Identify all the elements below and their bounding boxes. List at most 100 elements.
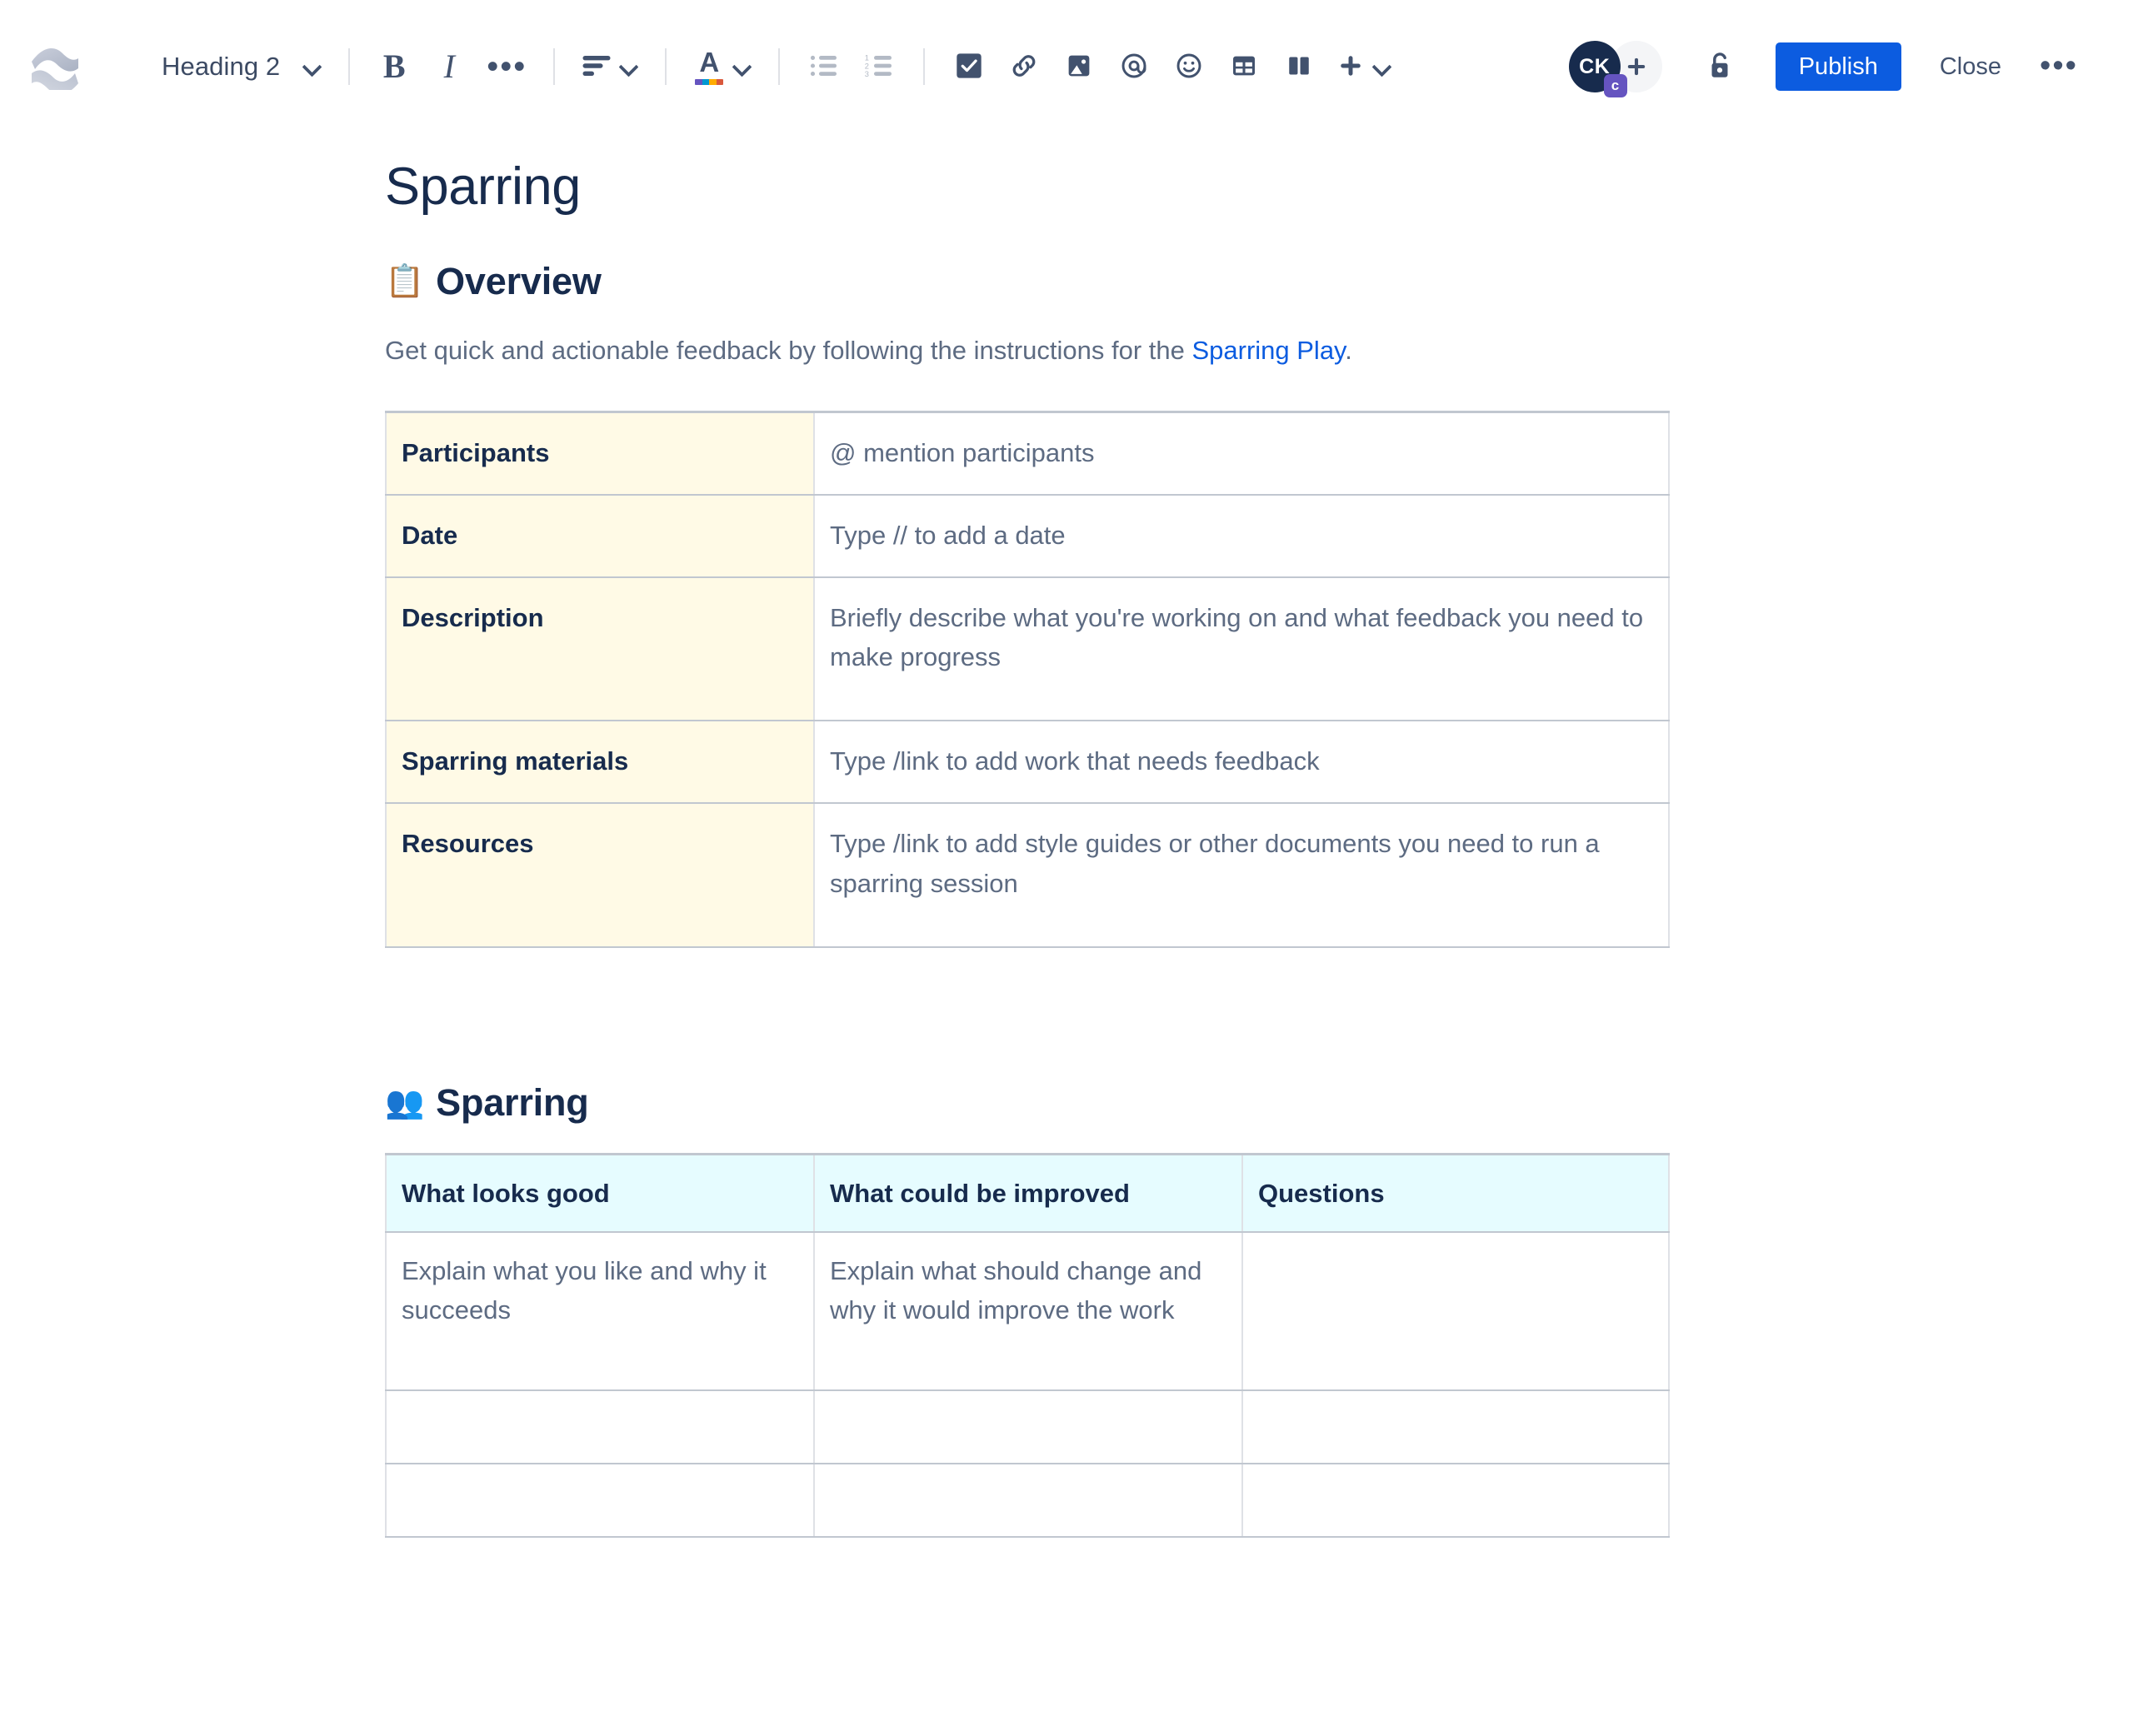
page-title[interactable]: Sparring bbox=[385, 157, 2133, 217]
text-format-group: B I ••• bbox=[368, 41, 535, 92]
toolbar-divider bbox=[553, 48, 556, 85]
sparring-cell[interactable]: Explain what you like and why it succeed… bbox=[386, 1231, 815, 1391]
table-row[interactable]: Description Briefly describe what you're… bbox=[386, 577, 1670, 722]
image-icon bbox=[1065, 52, 1093, 82]
text-color-icon: A bbox=[693, 47, 725, 85]
link-button[interactable] bbox=[998, 41, 1050, 92]
overview-key: Participants bbox=[386, 412, 815, 496]
layout-button[interactable] bbox=[1273, 41, 1325, 92]
text-align-button[interactable] bbox=[573, 41, 647, 92]
sparring-cell[interactable] bbox=[814, 1389, 1243, 1464]
task-checkbox-icon bbox=[955, 52, 983, 82]
link-icon bbox=[1010, 52, 1038, 82]
overview-key: Resources bbox=[386, 803, 815, 948]
sparring-table[interactable]: What looks good What could be improved Q… bbox=[385, 1152, 1670, 1538]
italic-icon: I bbox=[443, 47, 455, 85]
table-row[interactable] bbox=[386, 1463, 1670, 1538]
emoji-button[interactable] bbox=[1163, 41, 1215, 92]
bold-button[interactable]: B bbox=[368, 41, 420, 92]
table-row[interactable] bbox=[386, 1389, 1670, 1464]
column-header: What looks good bbox=[386, 1154, 815, 1233]
task-button[interactable] bbox=[943, 41, 995, 92]
plus-icon bbox=[1627, 57, 1645, 76]
paragraph-text-after-link: . bbox=[1345, 336, 1352, 366]
bullet-list-button[interactable] bbox=[798, 41, 850, 92]
busts-in-silhouette-icon: 👥 bbox=[385, 1085, 425, 1120]
section-heading-label: Overview bbox=[436, 260, 602, 303]
chevron-down-icon bbox=[303, 57, 322, 76]
section-heading-sparring[interactable]: 👥 Sparring bbox=[385, 1081, 2133, 1125]
table-row[interactable]: Date Type // to add a date bbox=[386, 495, 1670, 579]
table-row[interactable]: Explain what you like and why it succeed… bbox=[386, 1231, 1670, 1391]
table-button[interactable] bbox=[1218, 41, 1270, 92]
close-button[interactable]: Close bbox=[1923, 42, 2018, 91]
restrictions-button[interactable] bbox=[1694, 41, 1746, 92]
mention-button[interactable] bbox=[1108, 41, 1160, 92]
sparring-cell[interactable] bbox=[1242, 1389, 1670, 1464]
block-type-label: Heading 2 bbox=[162, 52, 281, 81]
plus-icon bbox=[1336, 52, 1365, 82]
overview-key: Date bbox=[386, 495, 815, 579]
block-type-selector[interactable]: Heading 2 bbox=[135, 41, 330, 92]
overview-value[interactable]: @ mention participants bbox=[814, 412, 1670, 496]
publish-button[interactable]: Publish bbox=[1775, 42, 1901, 91]
collaborators: CK c bbox=[1568, 41, 1662, 97]
overview-table[interactable]: Participants @ mention participants Date… bbox=[385, 410, 1670, 948]
table-row[interactable]: Resources Type /link to add style guides… bbox=[386, 803, 1670, 948]
sparring-cell[interactable] bbox=[814, 1463, 1243, 1538]
toolbar-divider bbox=[923, 48, 926, 85]
bold-icon: B bbox=[382, 47, 406, 85]
more-options-button[interactable]: ••• bbox=[2035, 42, 2083, 91]
table-row[interactable]: Participants @ mention participants bbox=[386, 412, 1670, 496]
table-header-row: What looks good What could be improved Q… bbox=[386, 1154, 1670, 1233]
alignment-group bbox=[573, 41, 647, 92]
sparring-cell[interactable] bbox=[1242, 1463, 1670, 1538]
avatar[interactable]: CK c bbox=[1568, 41, 1627, 97]
column-header: Questions bbox=[1242, 1154, 1670, 1233]
toolbar-divider bbox=[348, 48, 351, 85]
column-header: What could be improved bbox=[814, 1154, 1243, 1233]
overview-value[interactable]: Type /link to add work that needs feedba… bbox=[814, 721, 1670, 805]
toolbar-divider bbox=[665, 48, 667, 85]
sparring-cell[interactable] bbox=[386, 1463, 815, 1538]
toolbar-divider bbox=[778, 48, 781, 85]
sparring-cell[interactable] bbox=[1242, 1231, 1670, 1391]
emoji-icon bbox=[1175, 52, 1203, 82]
ellipsis-icon: ••• bbox=[487, 48, 527, 85]
text-color-button[interactable]: A bbox=[685, 41, 760, 92]
table-icon bbox=[1230, 52, 1258, 82]
section-heading-overview[interactable]: 📋 Overview bbox=[385, 260, 2133, 303]
text-color-group: A bbox=[685, 41, 760, 92]
overview-paragraph[interactable]: Get quick and actionable feedback by fol… bbox=[385, 332, 2133, 371]
more-formatting-button[interactable]: ••• bbox=[478, 41, 535, 92]
overview-value[interactable]: Briefly describe what you're working on … bbox=[814, 577, 1670, 722]
clipboard-icon: 📋 bbox=[385, 264, 425, 300]
overview-value[interactable]: Type // to add a date bbox=[814, 495, 1670, 579]
section-heading-label: Sparring bbox=[436, 1080, 589, 1124]
numbered-list-button[interactable]: 1 2 3 bbox=[853, 41, 905, 92]
sparring-cell[interactable]: Explain what should change and why it wo… bbox=[814, 1231, 1243, 1391]
chevron-down-icon bbox=[1373, 57, 1391, 76]
sparring-cell[interactable] bbox=[386, 1389, 815, 1464]
image-button[interactable] bbox=[1053, 41, 1105, 92]
overview-key: Sparring materials bbox=[386, 721, 815, 805]
unlock-icon bbox=[1705, 49, 1735, 85]
numbered-list-icon: 1 2 3 bbox=[864, 53, 894, 81]
chevron-down-icon bbox=[733, 57, 752, 76]
confluence-logo[interactable] bbox=[25, 37, 85, 97]
text-align-icon bbox=[582, 53, 612, 81]
table-row[interactable]: Sparring materials Type /link to add wor… bbox=[386, 721, 1670, 805]
layout-columns-icon bbox=[1285, 52, 1313, 82]
list-group: 1 2 3 bbox=[798, 41, 905, 92]
overview-key: Description bbox=[386, 577, 815, 722]
svg-text:1: 1 bbox=[865, 53, 869, 62]
italic-button[interactable]: I bbox=[423, 41, 475, 92]
avatar-badge: c bbox=[1603, 74, 1627, 97]
svg-text:2: 2 bbox=[865, 62, 869, 70]
overview-value[interactable]: Type /link to add style guides or other … bbox=[814, 803, 1670, 948]
chevron-down-icon bbox=[620, 57, 638, 76]
document-body: Sparring 📋 Overview Get quick and action… bbox=[0, 133, 2133, 1538]
sparring-play-link[interactable]: Sparring Play bbox=[1191, 336, 1345, 365]
insert-more-button[interactable] bbox=[1328, 41, 1400, 92]
editor-toolbar: Heading 2 B I ••• A 1 2 3 CK c Publish C… bbox=[0, 0, 2133, 133]
